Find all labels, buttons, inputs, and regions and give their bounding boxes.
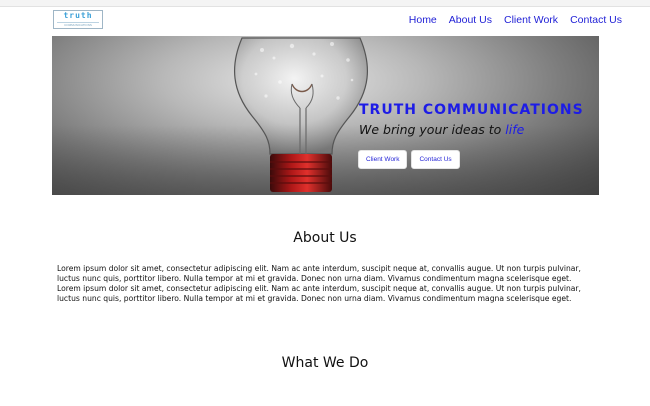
- nav-link-about-us[interactable]: About Us: [449, 13, 492, 27]
- logo-subtitle: COMMUNICATIONS: [57, 22, 99, 27]
- hero-tagline: We bring your ideas to life: [359, 122, 524, 137]
- main-nav: Home About Us Client Work Contact Us: [409, 13, 622, 27]
- navbar: truth COMMUNICATIONS Home About Us Clien…: [0, 7, 650, 35]
- contact-us-button[interactable]: Contact Us: [411, 150, 460, 169]
- about-paragraph: Lorem ipsum dolor sit amet, consectetur …: [57, 264, 581, 283]
- hero-title: TRUTH COMMUNICATIONS: [359, 102, 584, 118]
- hero-button-group: Client Work Contact Us: [358, 150, 460, 169]
- site-logo[interactable]: truth COMMUNICATIONS: [53, 10, 103, 29]
- logo-word: truth: [63, 11, 93, 20]
- about-us-heading: About Us: [293, 230, 357, 246]
- client-work-button[interactable]: Client Work: [358, 150, 408, 169]
- hero-banner: TRUTH COMMUNICATIONS We bring your ideas…: [52, 36, 599, 195]
- what-we-do-heading: What We Do: [281, 355, 369, 371]
- nav-link-client-work[interactable]: Client Work: [504, 13, 558, 27]
- about-us-body: Lorem ipsum dolor sit amet, consectetur …: [57, 264, 602, 304]
- hero-tagline-text: We bring your ideas to: [359, 122, 506, 137]
- hero-tagline-highlight: life: [505, 122, 525, 137]
- browser-chrome-strip: [0, 0, 650, 7]
- nav-link-contact-us[interactable]: Contact Us: [570, 13, 622, 27]
- about-paragraph: Lorem ipsum dolor sit amet, consectetur …: [57, 284, 581, 303]
- nav-link-home[interactable]: Home: [409, 13, 437, 27]
